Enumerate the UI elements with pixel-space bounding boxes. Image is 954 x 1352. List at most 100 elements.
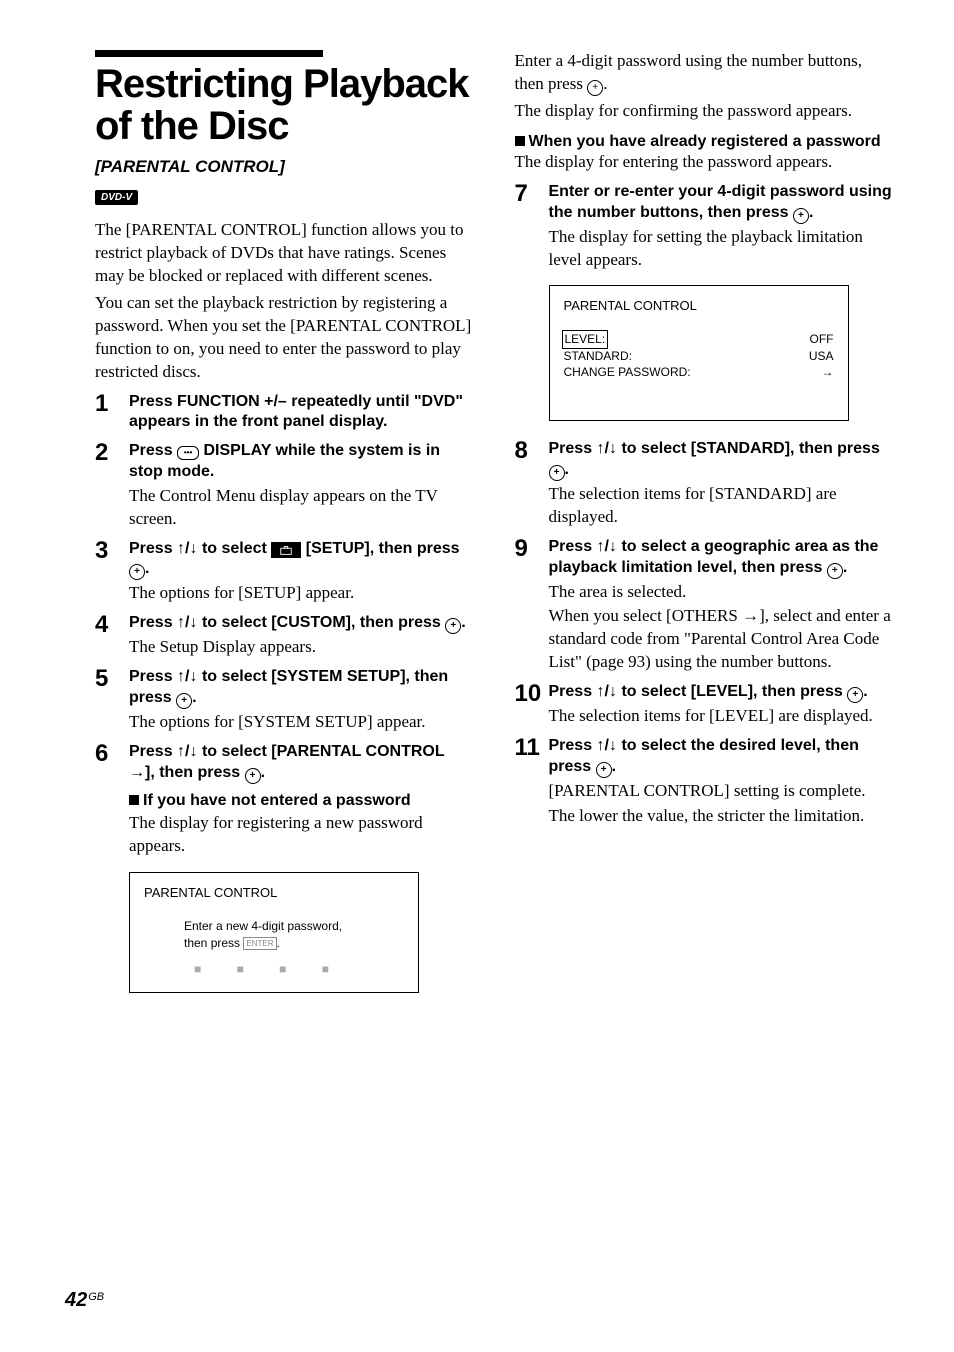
step-body: The display for setting the playback lim… <box>549 226 895 272</box>
text: Enter a 4-digit password using the numbe… <box>515 51 863 93</box>
step-number: 7 <box>515 182 549 206</box>
step-number: 3 <box>95 539 129 563</box>
step-4: 4 Press ↑/↓ to select [CUSTOM], then pre… <box>95 613 475 659</box>
text: to select <box>198 540 272 557</box>
step-heading: Press ↑/↓ to select a geographic area as… <box>549 537 895 579</box>
text: Press <box>129 668 177 685</box>
osd-label: CHANGE PASSWORD: <box>564 364 691 380</box>
step-10: 10 Press ↑/↓ to select [LEVEL], then pre… <box>515 682 895 728</box>
step-heading: Press ↑/↓ to select [LEVEL], then press … <box>549 682 895 703</box>
intro-paragraph-1: The [PARENTAL CONTROL] function allows y… <box>95 219 475 288</box>
text: Press <box>129 614 177 631</box>
osd-value: → <box>822 364 834 380</box>
step-number: 9 <box>515 537 549 561</box>
enter-circle-icon: + <box>445 618 461 634</box>
page-title: Restricting Playback of the Disc <box>95 63 475 147</box>
enter-circle-icon: + <box>793 208 809 224</box>
text: to select [STANDARD], then press <box>617 440 880 457</box>
text: . <box>612 758 616 775</box>
step-3: 3 Press ↑/↓ to select [SETUP], then pres… <box>95 539 475 606</box>
step-heading: Press ↑/↓ to select [CUSTOM], then press… <box>129 613 475 634</box>
step-body: The options for [SETUP] appear. <box>129 582 475 605</box>
text: Press <box>129 442 177 459</box>
enter-circle-icon: + <box>549 465 565 481</box>
up-down-arrows-icon: ↑/↓ <box>177 614 197 631</box>
page-number-suffix: GB <box>88 1291 104 1303</box>
step-1: 1 Press FUNCTION +/– repeatedly until "D… <box>95 392 475 434</box>
step-8: 8 Press ↑/↓ to select [STANDARD], then p… <box>515 439 895 529</box>
osd-line2: then press ENTER. <box>184 935 404 952</box>
text: . <box>192 689 196 706</box>
osd-parental-control-menu: PARENTAL CONTROL LEVEL: OFF STANDARD: US… <box>549 285 849 421</box>
up-down-arrows-icon: ↑/↓ <box>597 737 617 754</box>
step-11: 11 Press ↑/↓ to select the desired level… <box>515 736 895 828</box>
text: If you have not entered a password <box>143 792 411 809</box>
page-number-value: 42 <box>65 1289 87 1311</box>
enter-circle-icon: + <box>176 693 192 709</box>
up-down-arrows-icon: ↑/↓ <box>597 440 617 457</box>
text: . <box>603 74 607 93</box>
text: . <box>863 683 867 700</box>
text: Press <box>549 440 597 457</box>
step-number: 6 <box>95 742 129 766</box>
step-heading: Press FUNCTION +/– repeatedly until "DVD… <box>129 392 475 434</box>
step-number: 5 <box>95 667 129 691</box>
right-top-paragraph-2: The display for confirming the password … <box>515 100 895 123</box>
up-down-arrows-icon: ↑/↓ <box>597 538 617 555</box>
text: Enter or re-enter your 4-digit password … <box>549 183 892 221</box>
text: Press <box>549 737 597 754</box>
text: When you have already registered a passw… <box>529 133 881 150</box>
page-number: 42GB <box>65 1289 104 1312</box>
text: Press <box>549 538 597 555</box>
osd-digit-placeholders: ■ ■ ■ ■ <box>184 961 404 978</box>
step-number: 11 <box>515 736 549 760</box>
text: to select [LEVEL], then press <box>617 683 847 700</box>
osd-title: PARENTAL CONTROL <box>564 298 834 313</box>
display-button-icon: ••• <box>177 446 199 460</box>
osd-row-standard: STANDARD: USA <box>564 348 834 364</box>
osd-value: OFF <box>810 331 834 347</box>
osd-label: STANDARD: <box>564 348 632 364</box>
subtitle: [PARENTAL CONTROL] <box>95 157 475 177</box>
sub-body-right: The display for entering the password ap… <box>515 151 895 174</box>
step-body-1: The area is selected. <box>549 581 895 604</box>
text: [SETUP], then press <box>301 540 459 557</box>
text: . <box>261 764 265 781</box>
sub-heading-already-password: When you have already registered a passw… <box>515 133 895 151</box>
enter-circle-icon: + <box>587 80 603 96</box>
step-body-2: When you select [OTHERS →], select and e… <box>549 605 895 674</box>
step-body: The Control Menu display appears on the … <box>129 485 475 531</box>
osd-row-level: LEVEL: OFF <box>564 331 834 347</box>
step-heading: Press ↑/↓ to select [SETUP], then press … <box>129 539 475 581</box>
text: to select [CUSTOM], then press <box>198 614 446 631</box>
enter-circle-icon: + <box>827 563 843 579</box>
step-2: 2 Press ••• DISPLAY while the system is … <box>95 441 475 530</box>
step-number: 4 <box>95 613 129 637</box>
up-down-arrows-icon: ↑/↓ <box>177 743 197 760</box>
step-heading: Press ↑/↓ to select [STANDARD], then pre… <box>549 439 895 481</box>
text: Press <box>129 743 177 760</box>
text: . <box>145 560 149 577</box>
text: Press <box>129 540 177 557</box>
step-number: 2 <box>95 441 129 465</box>
step-heading: Press ↑/↓ to select the desired level, t… <box>549 736 895 778</box>
step-number: 1 <box>95 392 129 416</box>
osd-title: PARENTAL CONTROL <box>144 885 404 900</box>
step-heading: Press ••• DISPLAY while the system is in… <box>129 441 475 483</box>
step-body: The options for [SYSTEM SETUP] appear. <box>129 711 475 734</box>
step-number: 8 <box>515 439 549 463</box>
step-body: The selection items for [STANDARD] are d… <box>549 483 895 529</box>
enter-circle-icon: + <box>245 768 261 784</box>
osd-line1: Enter a new 4-digit password, <box>184 918 404 935</box>
title-rule <box>95 50 323 57</box>
step-body: The Setup Display appears. <box>129 636 475 659</box>
enter-circle-icon: + <box>847 687 863 703</box>
square-bullet-icon <box>515 136 525 146</box>
text: then press <box>184 936 243 950</box>
text: . <box>809 204 813 221</box>
text: . <box>277 936 280 950</box>
step-body-2: The lower the value, the stricter the li… <box>549 805 895 828</box>
osd-row-change-password: CHANGE PASSWORD: → <box>564 364 834 380</box>
dvd-v-badge: DVD-V <box>95 190 138 205</box>
up-down-arrows-icon: ↑/↓ <box>177 540 197 557</box>
